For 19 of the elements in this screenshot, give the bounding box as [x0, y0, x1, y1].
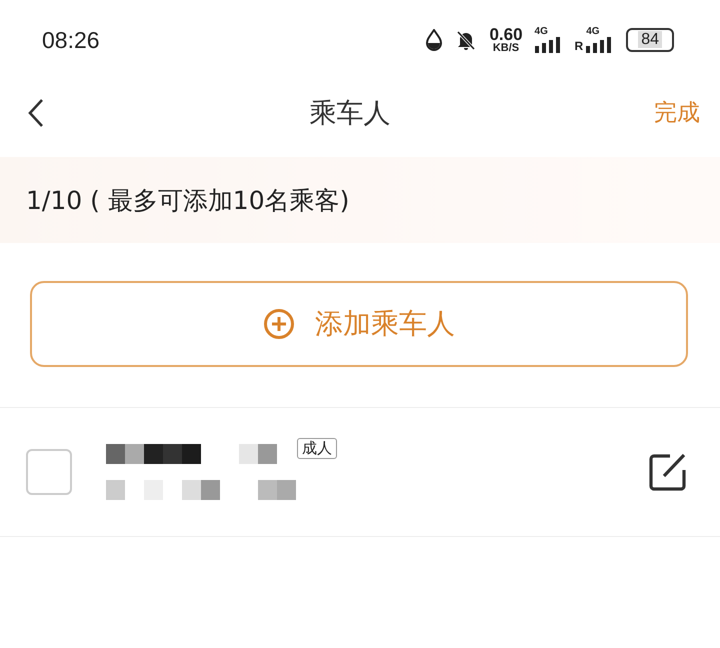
network-label: 4G: [586, 27, 600, 37]
edit-icon[interactable]: [648, 452, 688, 492]
status-time: 08:26: [42, 26, 100, 54]
passenger-count: 1/10 ( 最多可添加10名乘客): [26, 184, 350, 216]
speed-unit: KB/S: [492, 43, 520, 54]
signal-icon: [534, 37, 563, 53]
add-passenger-button[interactable]: 添加乘车人: [30, 281, 688, 367]
network-label: 4G: [534, 27, 548, 37]
passenger-type-tag: 成人: [297, 438, 337, 459]
page-title: 乘车人: [310, 96, 390, 130]
drop-icon: [425, 29, 444, 51]
back-icon[interactable]: [26, 98, 46, 128]
done-button[interactable]: 完成: [654, 97, 700, 128]
muted-bell-icon: [455, 29, 478, 51]
roaming-label: R: [574, 39, 584, 53]
checkbox[interactable]: [26, 449, 72, 495]
plus-circle-icon: [263, 308, 295, 340]
speed-value: 0.60: [489, 26, 523, 43]
battery-icon: 84: [626, 28, 674, 52]
